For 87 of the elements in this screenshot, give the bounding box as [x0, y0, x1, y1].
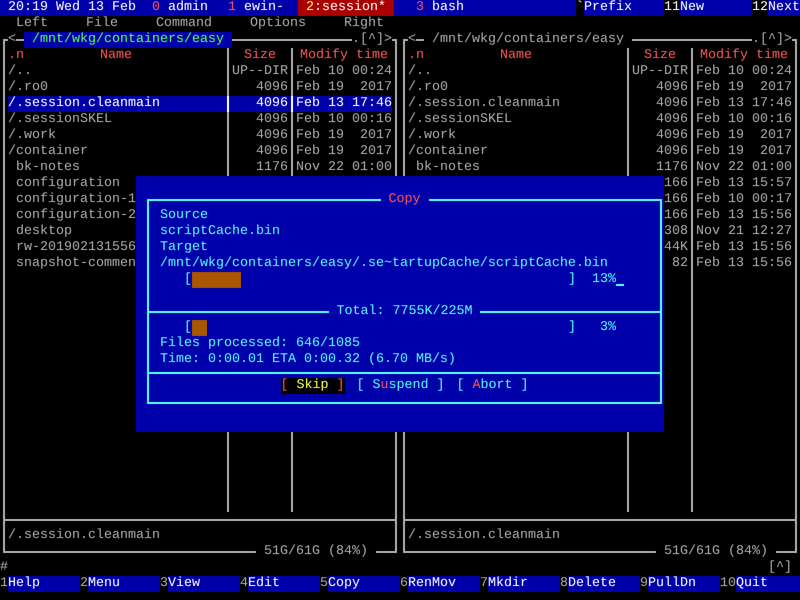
- file-size: 44K: [664, 240, 688, 256]
- status-filename: /.session.cleanmain: [408, 528, 560, 543]
- source-path: scriptCache.bin: [160, 224, 280, 239]
- file-date: Feb 19 2017: [696, 128, 792, 144]
- target-path: /mnt/wkg/containers/easy/.se~tartupCache/scriptCache.bin: [160, 256, 608, 271]
- file-size: 4096: [656, 144, 688, 160]
- file-name: /container: [8, 144, 88, 160]
- file-size: 166: [664, 176, 688, 192]
- file-size: 166: [664, 192, 688, 208]
- file-date: Feb 19 2017: [296, 80, 392, 96]
- dialog-title: Copy: [380, 192, 428, 208]
- file-name: /.sessionSKEL: [8, 112, 112, 128]
- files-processed: Files processed: 646/1085: [160, 336, 360, 351]
- file-size: 4096: [656, 96, 688, 112]
- file-name: /.work: [8, 128, 56, 144]
- file-date: Feb 13 15:57: [696, 176, 792, 192]
- file-date: Feb 13 15:56: [696, 256, 792, 272]
- file-name: bk-notes: [416, 160, 480, 176]
- file-date: Feb 10 00:16: [696, 112, 792, 128]
- file-name: bk-notes: [16, 160, 80, 176]
- panel-path: /mnt/wkg/containers/easy: [24, 32, 232, 48]
- file-name: configuration: [16, 176, 120, 192]
- file-name: /.ro0: [8, 80, 48, 96]
- file-size: 4096: [256, 80, 288, 96]
- bracket: ]: [568, 320, 576, 336]
- file-name: configuration-1: [16, 192, 136, 208]
- file-date: Feb 13 15:56: [696, 208, 792, 224]
- time-estimate: Time: 0:00.01 ETA 0:00.32 (6.70 MB/s): [160, 352, 456, 367]
- file-size: 4096: [656, 112, 688, 128]
- file-date: Feb 19 2017: [696, 144, 792, 160]
- file-date: Feb 13 15:56: [696, 240, 792, 256]
- file-date: Feb 10 00:24: [696, 64, 792, 80]
- key-number: 2: [80, 576, 88, 592]
- key-number: 8: [560, 576, 568, 592]
- disk-usage: 51G/61G (84%): [256, 544, 376, 560]
- file-size: UP--DIR: [232, 64, 288, 80]
- bracket: ]: [568, 272, 576, 288]
- progress-percent: 13%: [591, 272, 616, 288]
- file-size: 4096: [256, 112, 288, 128]
- file-size: 4096: [656, 80, 688, 96]
- file-date: Feb 10 00:16: [296, 112, 392, 128]
- key-number: 9: [640, 576, 648, 592]
- file-size: 1176: [656, 160, 688, 176]
- file-size: 4096: [256, 144, 288, 160]
- file-size: 166: [664, 208, 688, 224]
- file-name: /.sessionSKEL: [408, 112, 512, 128]
- key-number: 10: [720, 576, 736, 592]
- file-name: /..: [8, 64, 32, 80]
- file-date: Feb 10 00:24: [296, 64, 392, 80]
- bracket: [: [184, 320, 192, 336]
- file-date: Nov 22 01:00: [696, 160, 792, 176]
- field-label: Source: [160, 208, 208, 223]
- file-date: Nov 21 12:27: [696, 224, 792, 240]
- file-name: /container: [408, 144, 488, 160]
- file-size: UP--DIR: [632, 64, 688, 80]
- file-date: Feb 13 17:46: [696, 96, 792, 112]
- progress-percent: 3%: [599, 320, 616, 336]
- disk-usage: 51G/61G (84%): [656, 544, 776, 560]
- field-label: Target: [160, 240, 208, 255]
- file-size: 1176: [256, 160, 288, 176]
- bracket: [: [184, 272, 192, 288]
- file-date: Nov 22 01:00: [296, 160, 392, 176]
- key-number: 3: [160, 576, 168, 592]
- file-size: 4096: [656, 128, 688, 144]
- file-size: 4096: [256, 96, 288, 112]
- file-size: 308: [664, 224, 688, 240]
- file-name: /.work: [408, 128, 456, 144]
- key-number: 1: [0, 576, 8, 592]
- status-filename: /.session.cleanmain: [8, 528, 160, 543]
- shell-prompt: #: [0, 560, 8, 576]
- file-size: 82: [672, 256, 688, 272]
- key-number: 4: [240, 576, 248, 592]
- clock-text: 20:19 Wed 13 Feb: [7, 0, 137, 16]
- panel-path: /mnt/wkg/containers/easy: [424, 32, 632, 48]
- key-number: 6: [400, 576, 408, 592]
- file-name: /.session.cleanmain: [8, 96, 160, 112]
- file-date: Feb 19 2017: [296, 128, 392, 144]
- file-date: Feb 13 17:46: [296, 96, 392, 112]
- key-number: 5: [320, 576, 328, 592]
- file-name: /.session.cleanmain: [408, 96, 560, 112]
- file-size: 4096: [256, 128, 288, 144]
- file-date: Feb 10 00:17: [696, 192, 792, 208]
- key-number: 7: [480, 576, 488, 592]
- file-date: Feb 19 2017: [296, 144, 392, 160]
- file-name: /.ro0: [408, 80, 448, 96]
- file-name: /..: [408, 64, 432, 80]
- file-date: Feb 19 2017: [696, 80, 792, 96]
